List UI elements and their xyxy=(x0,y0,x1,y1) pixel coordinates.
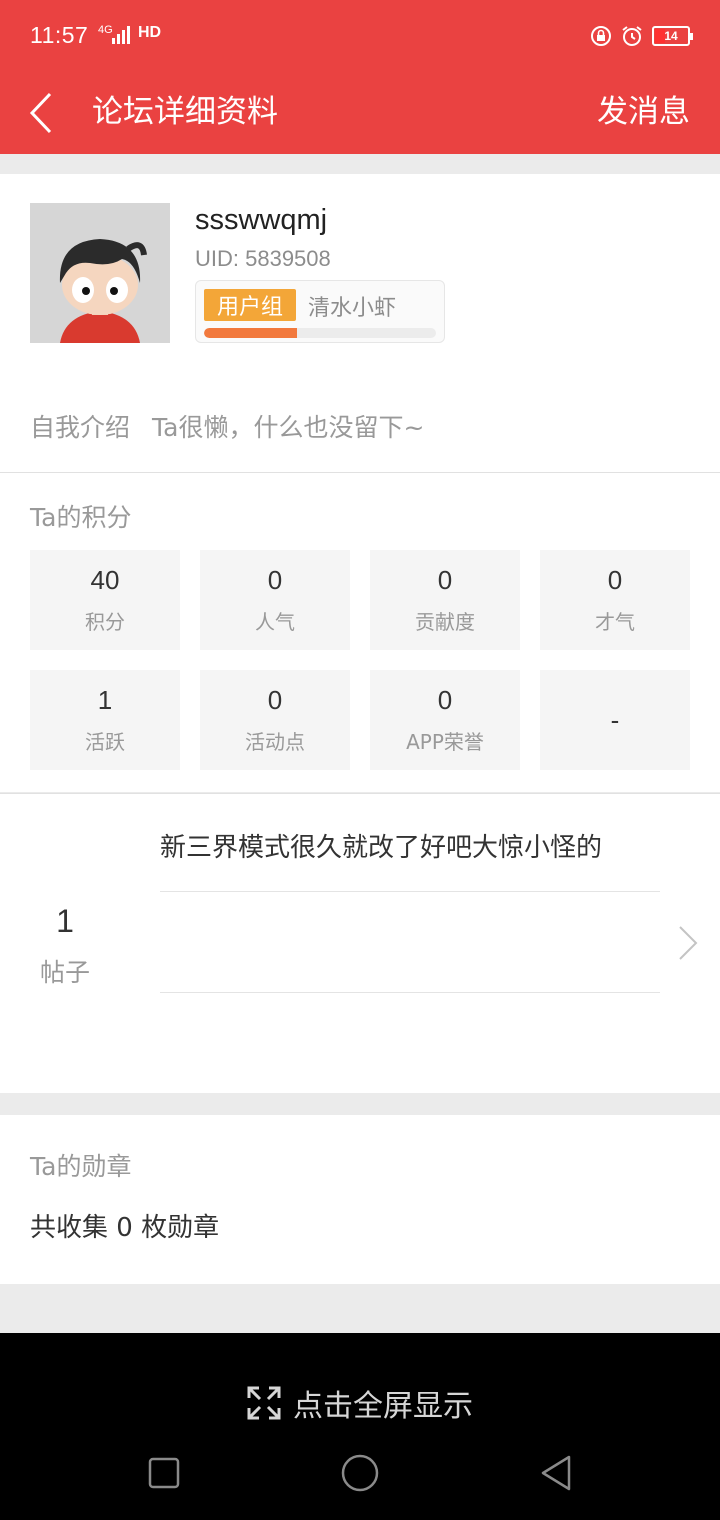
home-button[interactable] xyxy=(332,1445,388,1501)
intro-label: 自我介绍 xyxy=(30,413,131,442)
stat-value: 0 xyxy=(267,565,283,595)
divider xyxy=(0,793,720,794)
stat-popularity: 0 人气 xyxy=(200,550,350,650)
profile-card: ssswwqmj UID: 5839508 用户组 清水小虾 自我介绍 Ta很懒，… xyxy=(0,174,720,792)
stat-label: 人气 xyxy=(255,610,295,634)
stat-label: 才气 xyxy=(595,610,635,634)
posts-label: 帖子 xyxy=(39,958,90,987)
stat-label: 贡献度 xyxy=(415,610,475,634)
triangle-back-icon xyxy=(541,1455,571,1491)
stat-label: 活跃 xyxy=(85,730,125,754)
alarm-icon xyxy=(622,26,642,46)
lock-rotation-icon xyxy=(591,26,611,46)
stat-value: 1 xyxy=(97,685,113,715)
medals-summary: 共收集 0 枚勋章 xyxy=(30,1213,220,1243)
status-time: 11:57 xyxy=(30,22,89,48)
fullscreen-button[interactable]: 点击全屏显示 xyxy=(0,1381,720,1425)
intro-text: Ta很懒，什么也没留下~ xyxy=(152,413,425,442)
status-bar: 11:57 4G HD 14 xyxy=(0,0,720,72)
stat-points: 40 积分 xyxy=(30,550,180,650)
stat-value: - xyxy=(610,704,620,735)
page-title: 论坛详细资料 xyxy=(92,94,278,130)
avatar-illustration xyxy=(30,203,170,343)
group-progress-bar xyxy=(204,328,436,338)
battery-level: 14 xyxy=(664,29,678,43)
stat-activity: 1 活跃 xyxy=(30,670,180,770)
stat-value: 40 xyxy=(90,565,120,595)
group-progress-fill xyxy=(204,328,297,338)
circle-icon xyxy=(341,1454,379,1492)
user-group: 用户组 清水小虾 xyxy=(195,280,445,343)
back-button[interactable] xyxy=(20,82,70,144)
divider xyxy=(160,992,660,993)
medals-section: Ta的勋章 共收集 0 枚勋章 xyxy=(0,1115,720,1284)
chevron-left-icon xyxy=(29,92,52,134)
stat-value: 0 xyxy=(437,565,453,595)
stat-event-points: 0 活动点 xyxy=(200,670,350,770)
divider xyxy=(0,472,720,473)
stat-label: 积分 xyxy=(85,610,125,634)
stat-label: 活动点 xyxy=(245,730,305,754)
stat-value: 0 xyxy=(607,565,623,595)
battery-icon: 14 xyxy=(652,26,693,46)
expand-icon xyxy=(247,1386,281,1420)
stat-talent: 0 才气 xyxy=(540,550,690,650)
system-back-button[interactable] xyxy=(528,1445,584,1501)
username: ssswwqmj xyxy=(195,204,328,236)
header: 论坛详细资料 发消息 xyxy=(0,72,720,154)
medals-title: Ta的勋章 xyxy=(30,1152,132,1181)
stat-value: 0 xyxy=(437,685,453,715)
user-id: UID: 5839508 xyxy=(195,246,331,271)
points-title: Ta的积分 xyxy=(30,503,132,532)
avatar[interactable] xyxy=(30,203,170,343)
signal-icon xyxy=(112,26,130,44)
stat-value: 0 xyxy=(267,685,283,715)
self-intro: 自我介绍 Ta很懒，什么也没留下~ xyxy=(30,408,424,444)
chevron-right-icon[interactable] xyxy=(676,923,700,963)
send-message-button[interactable]: 发消息 xyxy=(597,86,690,131)
group-name: 清水小虾 xyxy=(308,296,397,321)
recent-apps-button[interactable] xyxy=(136,1445,192,1501)
square-icon xyxy=(148,1457,180,1489)
group-badge: 用户组 xyxy=(204,289,296,321)
points-grid: 40 积分 0 人气 0 贡献度 0 才气 1 活跃 0 活动点 0 APP荣誉… xyxy=(30,550,690,770)
hd-indicator: HD xyxy=(138,24,162,41)
status-right: 14 xyxy=(590,24,693,48)
posts-section[interactable]: 1 帖子 新三界模式很久就改了好吧大惊小怪的 xyxy=(0,793,720,1093)
stat-label: APP荣誉 xyxy=(406,730,484,754)
latest-post-title[interactable]: 新三界模式很久就改了好吧大惊小怪的 xyxy=(160,827,602,864)
fullscreen-label: 点击全屏显示 xyxy=(293,1389,473,1424)
stat-empty: - xyxy=(540,670,690,770)
divider xyxy=(160,891,660,892)
stat-app-honor: 0 APP荣誉 xyxy=(370,670,520,770)
stat-contribution: 0 贡献度 xyxy=(370,550,520,650)
posts-count: 1 xyxy=(56,903,74,939)
bottom-bar: 点击全屏显示 xyxy=(0,1333,720,1520)
network-type: 4G xyxy=(98,24,113,36)
